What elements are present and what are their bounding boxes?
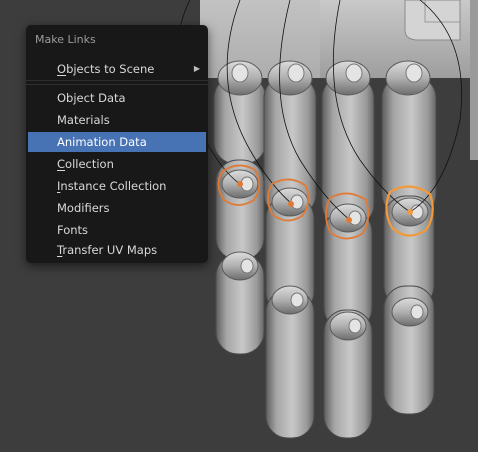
menu-item-instance-collection[interactable]: Instance Collection: [28, 176, 206, 196]
menu-item-animation-data[interactable]: Animation Data: [28, 132, 206, 152]
menu-item-label: Animation Data: [57, 135, 147, 149]
finger-3: [321, 60, 375, 439]
menu-item-accelerator: C: [57, 157, 66, 171]
finger-2: [263, 60, 317, 439]
menu-item-object-data[interactable]: Object Data: [28, 88, 206, 108]
chevron-right-icon: ▶: [193, 64, 200, 73]
menu-item-transfer-uv-maps[interactable]: Transfer UV Maps: [28, 240, 206, 260]
make-links-menu: Make Links Objects to Scene ▶ Object Dat…: [26, 25, 208, 263]
menu-item-accelerator: O: [57, 62, 67, 76]
menu-item-modifiers[interactable]: Modifiers: [28, 198, 206, 218]
menu-item-materials[interactable]: Materials: [28, 110, 206, 130]
menu-item-objects-to-scene[interactable]: Objects to Scene ▶: [28, 59, 206, 79]
menu-item-label: ollection: [65, 157, 114, 171]
menu-item-label: nstance Collection: [60, 179, 167, 193]
menu-item-label: bjects to Scene: [66, 62, 155, 76]
menu-item-label: Object Data: [57, 91, 126, 105]
menu-item-label: ransfer UV Maps: [62, 243, 158, 257]
menu-separator: [26, 84, 208, 85]
finger-4: [381, 60, 437, 415]
finger-1: [213, 60, 267, 355]
menu-item-fonts[interactable]: Fonts: [28, 220, 206, 240]
menu-item-label: Modifiers: [57, 201, 110, 215]
menu-separator: [26, 80, 208, 81]
menu-item-label: Materials: [57, 113, 110, 127]
menu-item-label: Fonts: [57, 223, 89, 237]
menu-item-collection[interactable]: Collection: [28, 154, 206, 174]
menu-title: Make Links: [35, 33, 96, 46]
